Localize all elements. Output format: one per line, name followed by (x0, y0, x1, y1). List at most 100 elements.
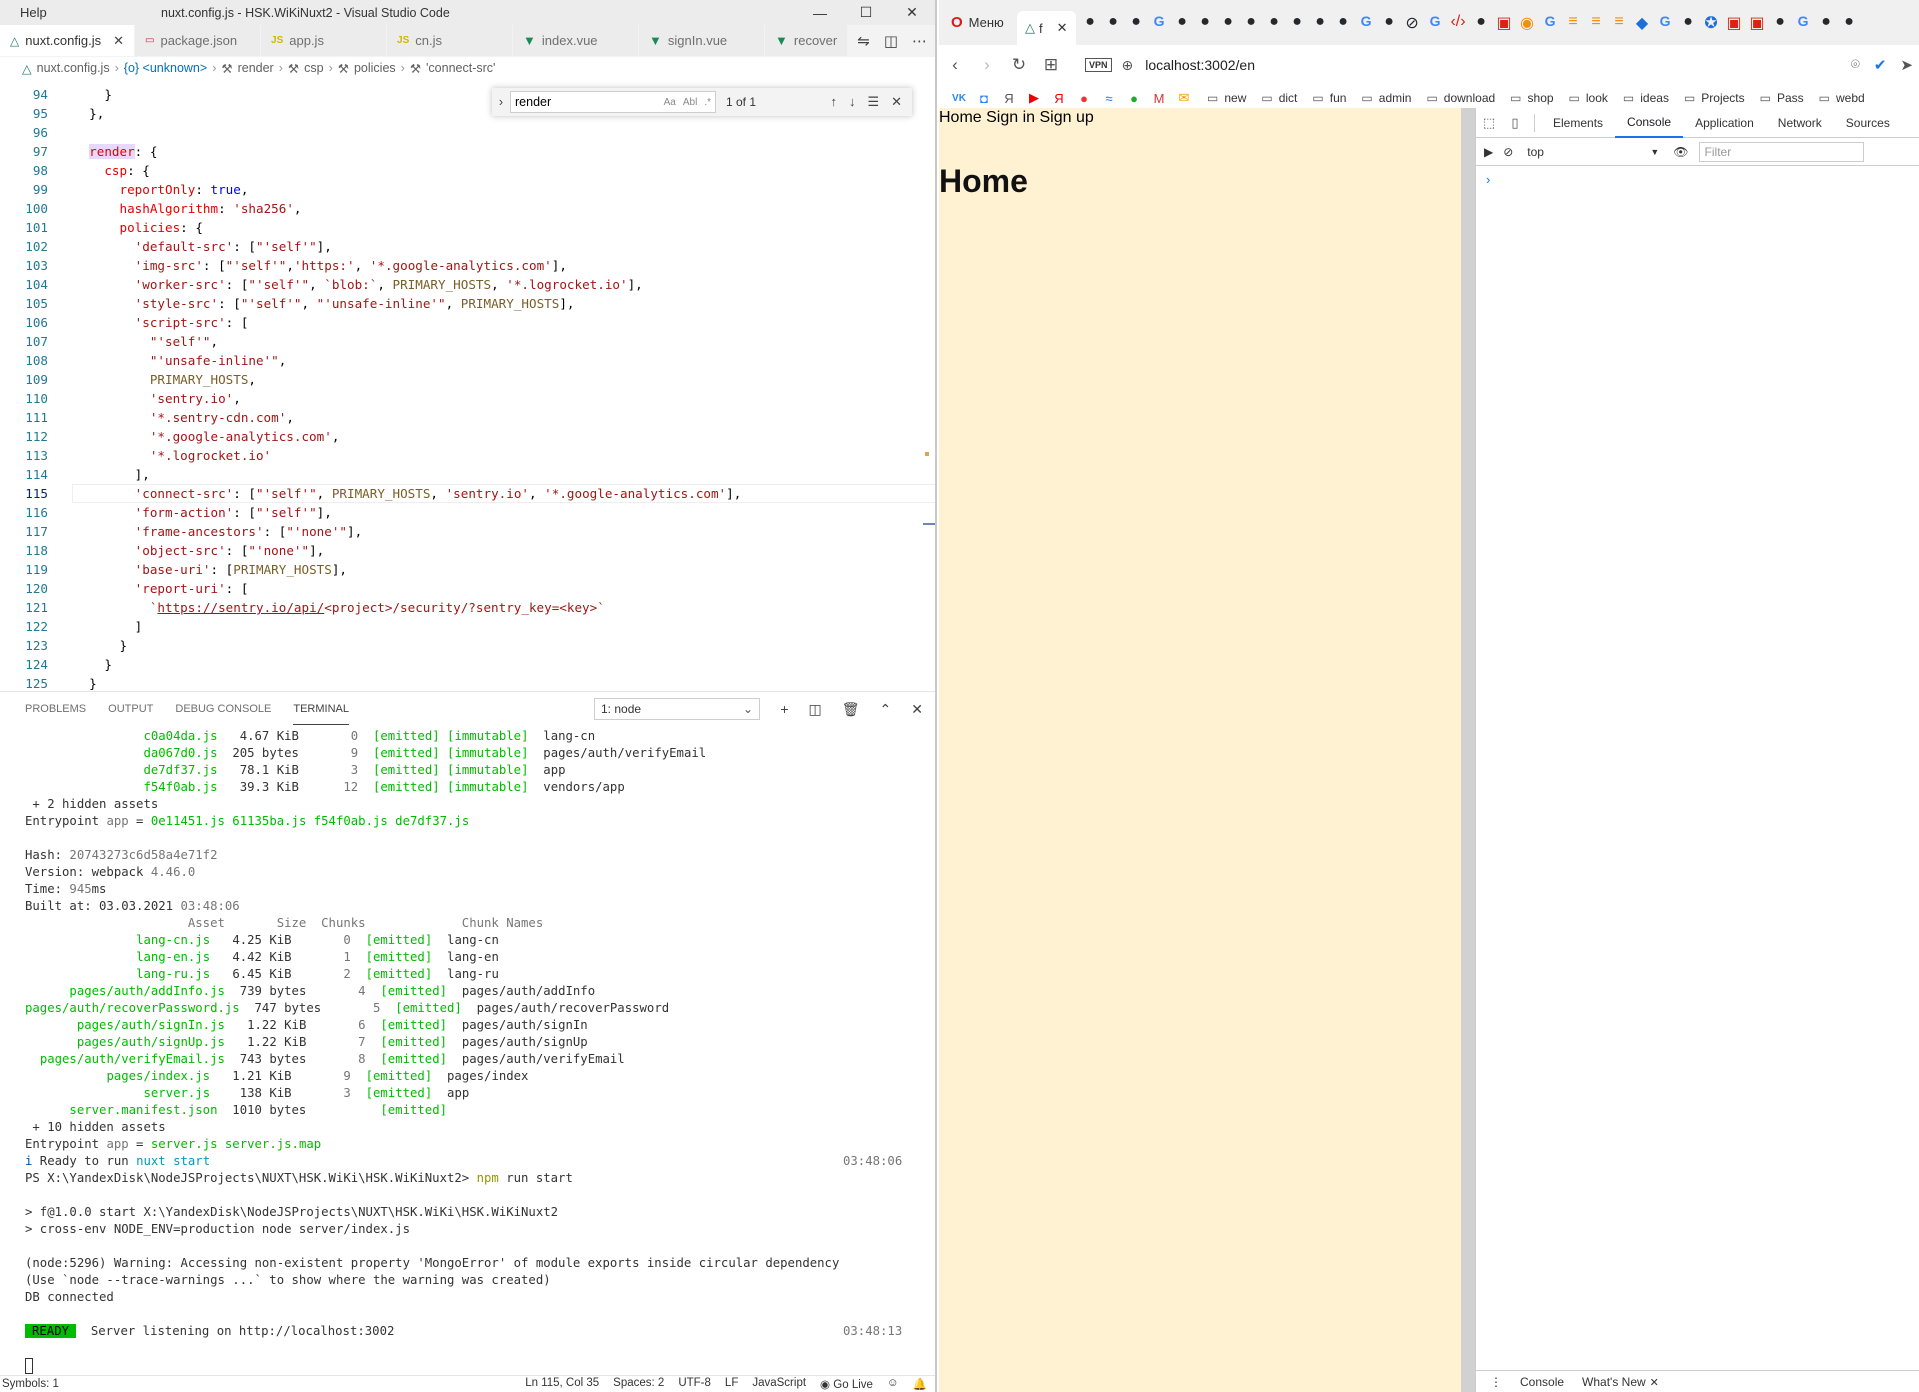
vk-icon[interactable]: VK (951, 93, 967, 104)
wave-icon[interactable]: ≈ (1101, 91, 1117, 106)
github-icon[interactable]: ● (1772, 13, 1789, 33)
github-icon[interactable]: ● (1473, 13, 1490, 33)
status-symbols[interactable]: Symbols: 1 (0, 1378, 59, 1390)
close-icon[interactable]: ✕ (911, 701, 923, 718)
tab-problems[interactable]: Problems (25, 694, 86, 724)
eye-icon[interactable]: 👁 (1673, 145, 1688, 159)
stackoverflow-icon[interactable]: ≡ (1565, 13, 1582, 33)
find-in-selection-icon[interactable]: ☰ (867, 94, 879, 110)
youtube-icon[interactable]: ▶ (1026, 90, 1042, 106)
shield-icon[interactable]: ✔ (1874, 56, 1887, 74)
maximize-icon[interactable]: ☐ (843, 0, 889, 25)
bookmark-folder[interactable]: ▭ Pass (1760, 91, 1804, 105)
trello-icon[interactable]: ▣ (1749, 13, 1766, 33)
tab-nuxt-config[interactable]: △ nuxt.config.js ✕ (0, 25, 136, 56)
github-icon[interactable]: ● (1082, 13, 1099, 33)
sidebar-toggle-icon[interactable]: ▶ (1484, 145, 1493, 159)
drawer-menu-icon[interactable]: ⋮ (1490, 1375, 1502, 1389)
stackoverflow-icon[interactable]: ≡ (1611, 13, 1628, 33)
close-icon[interactable]: ✕ (891, 94, 902, 110)
close-icon[interactable]: ✕ (113, 33, 124, 49)
tab-signin-vue[interactable]: ▼ signIn.vue (639, 25, 766, 56)
page-nav[interactable]: Home Sign in Sign up (939, 108, 1475, 127)
star-icon[interactable]: ✪ (1703, 13, 1720, 33)
opera-menu-button[interactable]: O Меню (939, 14, 1017, 31)
github-icon[interactable]: ● (1680, 13, 1697, 33)
tab-output[interactable]: Output (108, 694, 153, 724)
breadcrumb-item[interactable]: nuxt.config.js (37, 61, 110, 75)
tab-console[interactable]: Console (1615, 108, 1684, 138)
arrow-down-icon[interactable]: ↓ (849, 94, 856, 110)
more-actions-icon[interactable]: ⋯ (912, 32, 927, 50)
reload-icon[interactable]: ↻ (1003, 55, 1035, 75)
tab-sources[interactable]: Sources (1834, 108, 1902, 138)
tab-elements[interactable]: Elements (1541, 108, 1615, 138)
github-icon[interactable]: ● (1381, 13, 1398, 33)
split-terminal-icon[interactable]: ◫ (809, 701, 822, 718)
chevron-right-icon[interactable]: › (492, 95, 510, 109)
arrow-up-icon[interactable]: ↑ (830, 94, 837, 110)
close-icon[interactable]: ✕ (1650, 1377, 1659, 1389)
github-icon[interactable]: ● (1174, 13, 1191, 33)
yandex-icon[interactable]: Я (1051, 91, 1067, 106)
google-icon[interactable]: G (1795, 13, 1812, 33)
menu-help[interactable]: Help (0, 5, 47, 20)
tab-network[interactable]: Network (1766, 108, 1834, 138)
tab-cn-js[interactable]: JS cn.js (387, 25, 514, 56)
github-icon[interactable]: ● (1105, 13, 1122, 33)
compass-icon[interactable]: ⊘ (1404, 13, 1421, 33)
page-scrollbar[interactable] (1461, 108, 1475, 1392)
bookmark-folder[interactable]: ▭ Projects (1684, 91, 1745, 105)
drawer-tab-console[interactable]: Console (1520, 1375, 1564, 1389)
status-encoding[interactable]: UTF-8 (678, 1377, 711, 1391)
feedback-icon[interactable]: ☺ (887, 1377, 899, 1391)
github-icon[interactable]: ● (1841, 13, 1858, 33)
camera-icon[interactable]: ⌾ (1851, 56, 1860, 74)
chat-icon[interactable]: ◘ (976, 91, 992, 106)
bookmark-folder[interactable]: ▭ shop (1510, 91, 1553, 105)
google-icon[interactable]: G (1358, 13, 1375, 33)
editor-overview-ruler[interactable] (921, 85, 935, 691)
puzzle-icon[interactable]: ◆ (1634, 13, 1651, 33)
github-icon[interactable]: ● (1220, 13, 1237, 33)
send-icon[interactable]: ➤ (1900, 56, 1913, 74)
breadcrumb-item[interactable]: 'connect-src' (426, 61, 495, 75)
tab-debug-console[interactable]: Debug Console (175, 694, 271, 724)
terminal-output[interactable]: c0a04da.js 4.67 KiB 0 [emitted] [immutab… (0, 726, 935, 1380)
plus-icon[interactable]: + (780, 701, 788, 717)
code-editor[interactable]: 94 } 95 }, 96 97 render: { 98 csp: { 99 … (0, 85, 935, 691)
breadcrumb-item[interactable]: csp (304, 61, 323, 75)
github-icon[interactable]: ● (1128, 13, 1145, 33)
code-icon[interactable]: ‹/› (1450, 13, 1467, 33)
github-icon[interactable]: ● (1818, 13, 1835, 33)
github-icon[interactable]: ● (1289, 13, 1306, 33)
close-window-icon[interactable]: ✕ (889, 0, 935, 25)
circle-icon[interactable]: ● (1126, 91, 1142, 106)
tab-terminal[interactable]: Terminal (293, 694, 349, 725)
regex-toggle[interactable]: .* (704, 97, 711, 108)
github-icon[interactable]: ● (1335, 13, 1352, 33)
bookmark-folder[interactable]: ▭ fun (1312, 91, 1346, 105)
trash-icon[interactable]: 🗑 (842, 701, 860, 718)
split-editor-icon[interactable]: ◫ (884, 32, 898, 50)
github-icon[interactable]: ● (1312, 13, 1329, 33)
status-golive[interactable]: ◉ Go Live (820, 1377, 873, 1391)
context-select[interactable]: top ▼ (1523, 142, 1663, 162)
google-icon[interactable]: G (1657, 13, 1674, 33)
console-filter-input[interactable]: Filter (1698, 141, 1864, 162)
bookmark-folder[interactable]: ▭ ideas (1623, 91, 1669, 105)
breadcrumb-item[interactable]: {o} <unknown> (124, 61, 207, 75)
address-bar[interactable]: localhost:3002/en (1145, 57, 1255, 73)
google-icon[interactable]: G (1542, 13, 1559, 33)
bookmark-folder[interactable]: ▭ download (1426, 91, 1495, 105)
bookmark-folder[interactable]: ▭ look (1569, 91, 1608, 105)
console-prompt[interactable]: › (1476, 166, 1919, 193)
status-language[interactable]: JavaScript (752, 1377, 806, 1391)
bookmark-folder[interactable]: ▭ dict (1261, 91, 1297, 105)
tab-index-vue[interactable]: ▼ index.vue (513, 25, 640, 56)
mail-icon[interactable]: ✉ (1176, 90, 1192, 106)
minimize-icon[interactable]: — (797, 0, 843, 25)
breadcrumb-item[interactable]: render (238, 61, 274, 75)
breadcrumb-item[interactable]: policies (354, 61, 396, 75)
speed-dial-icon[interactable]: ⊞ (1035, 55, 1067, 75)
